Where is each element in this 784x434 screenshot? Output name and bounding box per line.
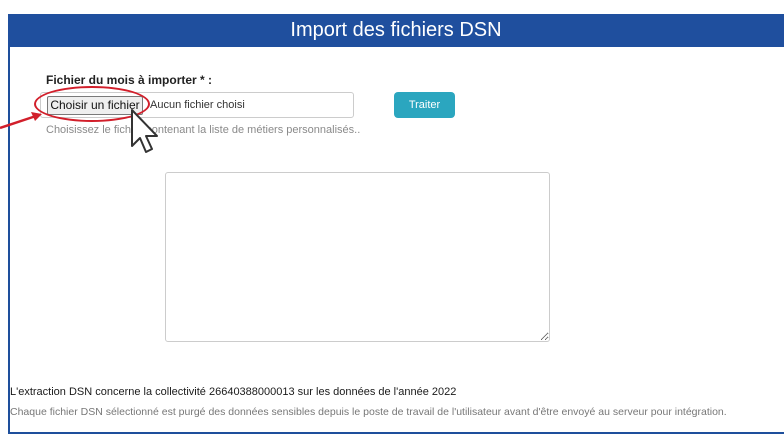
page-title: Import des fichiers DSN — [8, 14, 784, 47]
extraction-info: L'extraction DSN concerne la collectivit… — [10, 386, 457, 398]
disclaimer-text: Chaque fichier DSN sélectionné est purgé… — [10, 406, 727, 418]
file-input-label: Fichier du mois à importer * : — [46, 73, 213, 87]
result-textarea[interactable] — [165, 172, 550, 342]
process-button[interactable]: Traiter — [394, 92, 455, 118]
no-file-chosen-text: Aucun fichier choisi — [150, 99, 245, 111]
choose-file-button[interactable]: Choisir un fichier — [47, 96, 143, 115]
file-help-text: Choisissez le fichier contenant la liste… — [46, 124, 361, 136]
